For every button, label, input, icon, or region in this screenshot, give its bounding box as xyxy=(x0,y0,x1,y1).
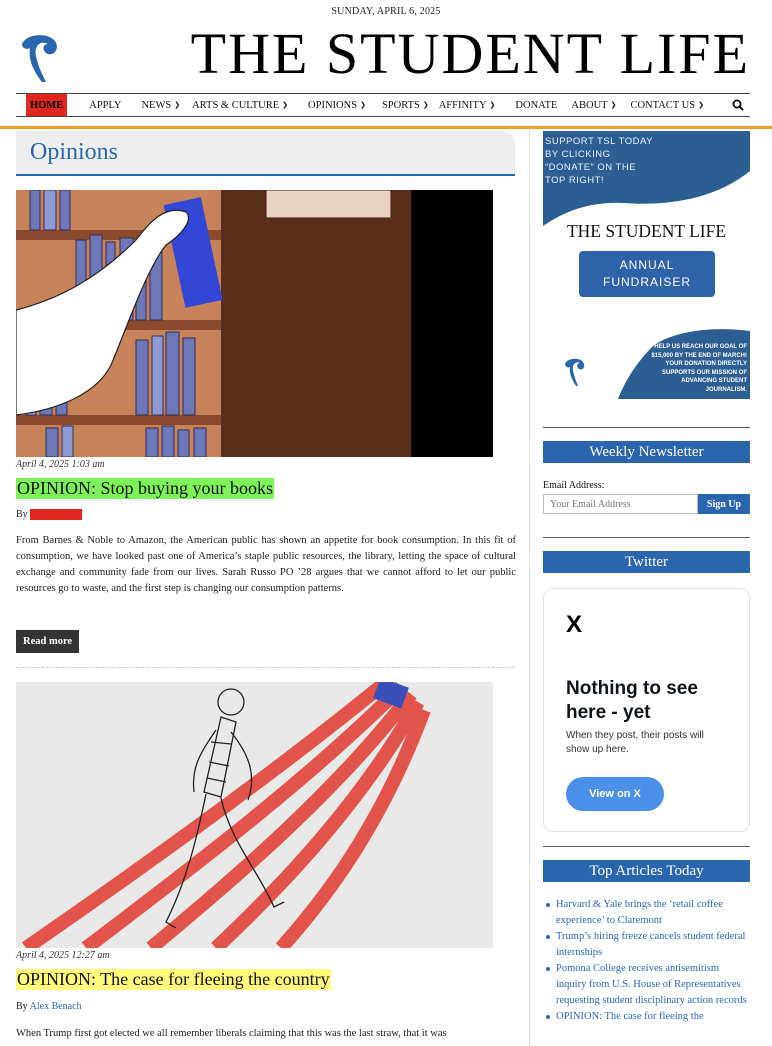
article-excerpt: From Barnes & Noble to Amazon, the Ameri… xyxy=(16,535,516,594)
article-date: April 4, 2025 1:03 am xyxy=(16,459,105,470)
column-divider xyxy=(529,129,530,1046)
email-field[interactable] xyxy=(543,494,698,514)
top-article-link[interactable]: Trump’s hiring freeze cancels student fe… xyxy=(543,929,750,961)
view-on-x-button[interactable]: View on X xyxy=(566,777,664,811)
article-byline: By Alex Benach xyxy=(16,1001,82,1012)
widget-rule xyxy=(543,537,750,538)
nav-news-label: NEWS xyxy=(141,99,172,111)
sign-up-button[interactable]: Sign Up xyxy=(698,494,750,514)
nav-contact-us[interactable]: CONTACT US ❯ xyxy=(626,94,713,116)
article-headline[interactable]: OPINION: Stop buying your books xyxy=(16,478,275,499)
x-logo-icon[interactable]: X xyxy=(566,611,582,639)
nav-donate[interactable]: DONATE xyxy=(505,94,567,116)
nav-arts-culture[interactable]: ARTS & CULTURE ❯ xyxy=(190,94,298,116)
top-articles-title: Top Articles Today xyxy=(543,860,750,882)
masthead[interactable]: THE STUDENT LIFE xyxy=(16,24,750,84)
article-headline[interactable]: OPINION: The case for fleeing the countr… xyxy=(16,969,331,990)
top-article-link[interactable]: Pomona College receives antisemitism inq… xyxy=(543,961,750,1009)
chevron-down-icon: ❯ xyxy=(698,101,704,109)
article-excerpt: When Trump first got elected we all reme… xyxy=(16,1028,447,1039)
widget-rule xyxy=(543,427,750,428)
chevron-down-icon: ❯ xyxy=(174,101,181,109)
figure-running-on-flag-illustration xyxy=(16,682,493,948)
search-icon xyxy=(732,99,744,111)
nav-arts-culture-label: ARTS & CULTURE xyxy=(192,99,280,111)
ad-bottom-text: HELP US REACH OUR GOAL OF $15,000 BY THE… xyxy=(651,344,747,393)
nav-opinions-label: OPINIONS xyxy=(308,99,358,111)
nav-apply[interactable]: APPLY xyxy=(67,94,131,116)
ad-title: THE STUDENT LIFE xyxy=(566,221,727,241)
article-image-flee[interactable] xyxy=(16,682,493,948)
article-date: April 4, 2025 12:27 am xyxy=(16,950,110,961)
article-image-library[interactable] xyxy=(16,190,493,457)
nav-accent-bar xyxy=(0,126,772,129)
twitter-empty-subtext: When they post, their posts will show up… xyxy=(566,730,704,755)
nav-contact-us-label: CONTACT US xyxy=(630,99,696,111)
byline-prefix: By xyxy=(16,1001,28,1012)
nav-opinions[interactable]: OPINIONS ❯ xyxy=(298,94,376,116)
twitter-embed: X Nothing to see here - yet When they po… xyxy=(543,588,750,832)
byline-prefix: By xyxy=(16,509,28,520)
nav-home-label: HOME xyxy=(30,99,64,111)
author-link[interactable] xyxy=(30,509,83,521)
ad-badge-line1: ANNUAL xyxy=(619,258,675,272)
twitter-title: Twitter xyxy=(543,551,750,573)
nav-donate-label: DONATE xyxy=(515,99,558,111)
newsletter-title: Weekly Newsletter xyxy=(543,441,750,463)
chevron-down-icon: ❯ xyxy=(360,101,366,109)
nav-affinity[interactable]: AFFINITY ❯ xyxy=(439,94,506,116)
nav-sports[interactable]: SPORTS ❯ xyxy=(376,94,439,116)
library-bookshelf-illustration xyxy=(16,190,493,457)
section-title: Opinions xyxy=(30,139,119,165)
tsl-quill-logo-icon[interactable] xyxy=(16,30,68,82)
section-header: Opinions xyxy=(16,131,515,176)
dateline: SUNDAY, APRIL 6, 2025 xyxy=(331,6,441,17)
chevron-down-icon: ❯ xyxy=(489,101,496,109)
chevron-down-icon: ❯ xyxy=(422,101,429,109)
nav-about-label: ABOUT xyxy=(571,99,608,111)
nav-apply-label: APPLY xyxy=(89,99,122,111)
chevron-down-icon: ❯ xyxy=(282,101,289,109)
top-articles-list: Harvard & Yale brings the ‘retail coffee… xyxy=(543,897,750,1025)
nav-news[interactable]: NEWS ❯ xyxy=(131,94,190,116)
main-nav: HOME APPLY NEWS ❯ ARTS & CULTURE ❯ OPINION… xyxy=(16,93,750,117)
chevron-down-icon: ❯ xyxy=(610,101,617,109)
nav-sports-label: SPORTS xyxy=(381,99,420,111)
search-button[interactable] xyxy=(726,94,750,116)
article-divider xyxy=(16,667,515,668)
widget-rule xyxy=(543,846,750,847)
nav-home[interactable]: HOME xyxy=(26,94,68,116)
twitter-empty-heading: Nothing to see here - yet xyxy=(566,678,698,723)
email-label: Email Address: xyxy=(543,480,605,491)
ad-badge-line2: FUNDRAISER xyxy=(602,275,691,289)
fundraiser-ad[interactable]: SUPPORT TSL TODAY BY CLICKING “DONATE” O… xyxy=(543,131,750,399)
nav-affinity-label: AFFINITY xyxy=(438,99,487,111)
ad-top-text: SUPPORT TSL TODAY BY CLICKING “DONATE” O… xyxy=(545,136,653,186)
article-byline: By xyxy=(16,509,83,521)
masthead-title[interactable]: THE STUDENT LIFE xyxy=(86,24,750,84)
read-more-button[interactable]: Read more xyxy=(16,630,80,653)
nav-about[interactable]: ABOUT ❯ xyxy=(567,94,626,116)
top-article-link[interactable]: Harvard & Yale brings the ‘retail coffee… xyxy=(543,897,750,929)
top-article-link[interactable]: OPINION: The case for fleeing the xyxy=(543,1009,750,1025)
author-link[interactable]: Alex Benach xyxy=(30,1001,82,1012)
